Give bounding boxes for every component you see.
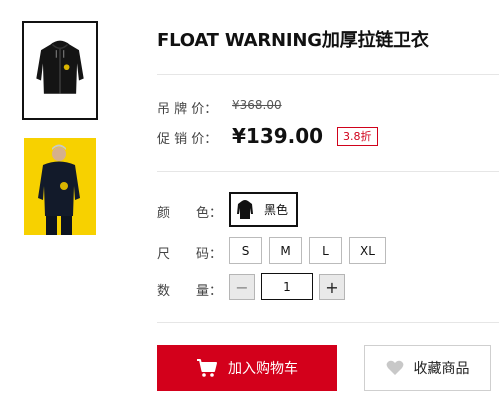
- favorite-label: 收藏商品: [413, 361, 470, 377]
- heart-icon: [386, 360, 404, 376]
- model-wearing-hoodie-image: [24, 138, 96, 235]
- color-label: 颜 色：: [157, 206, 223, 221]
- quantity-decrease-button[interactable]: −: [229, 274, 255, 300]
- discount-badge: 3.8折: [337, 127, 378, 146]
- size-option-xl[interactable]: XL: [349, 237, 386, 264]
- size-option-s[interactable]: S: [229, 237, 262, 264]
- hoodie-product-image: [36, 40, 84, 94]
- thumbnail-hoodie[interactable]: [22, 21, 98, 120]
- divider: [157, 322, 499, 323]
- original-price: ¥368.00: [232, 98, 282, 112]
- add-to-cart-label: 加入购物车: [228, 361, 298, 377]
- divider: [157, 74, 499, 75]
- sale-price: ¥139.00: [232, 124, 324, 148]
- quantity-label: 数 量：: [157, 284, 223, 299]
- sale-price-label: 促 销 价：: [157, 132, 218, 147]
- color-option-label: 黑色: [264, 203, 289, 217]
- add-to-cart-button[interactable]: 加入购物车: [157, 345, 337, 391]
- original-price-label: 吊 牌 价：: [157, 102, 218, 117]
- black-hoodie-swatch-icon: [236, 198, 254, 222]
- cart-icon: [196, 358, 218, 378]
- quantity-increase-button[interactable]: +: [319, 274, 345, 300]
- size-option-l[interactable]: L: [309, 237, 342, 264]
- favorite-button[interactable]: 收藏商品: [364, 345, 491, 391]
- size-option-m[interactable]: M: [269, 237, 302, 264]
- color-option-black[interactable]: 黑色: [229, 192, 298, 227]
- thumbnail-model[interactable]: [24, 138, 96, 235]
- size-label: 尺 码：: [157, 247, 223, 262]
- divider: [157, 171, 499, 172]
- product-title: FLOAT WARNING加厚拉链卫衣: [157, 30, 429, 51]
- quantity-input[interactable]: [261, 273, 313, 300]
